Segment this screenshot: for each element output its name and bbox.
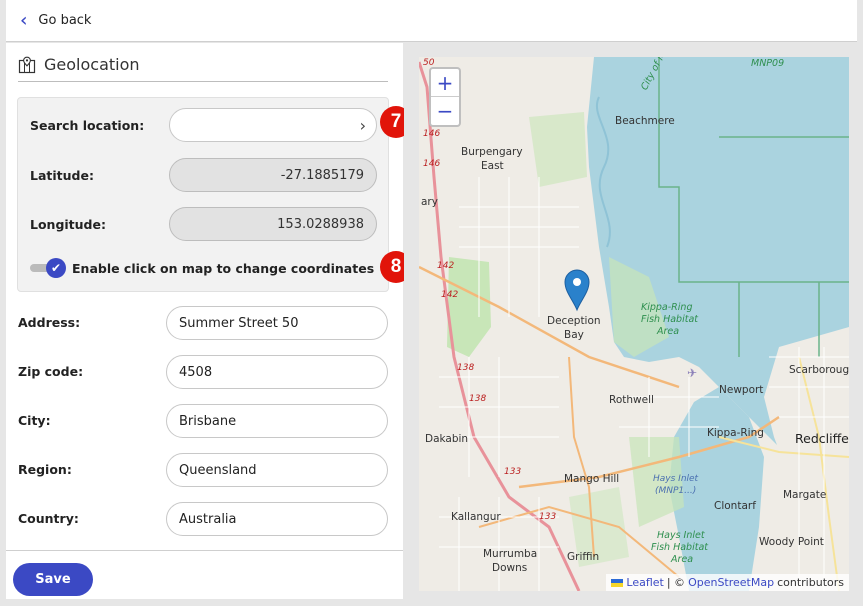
longitude-label: Longitude: [30,216,106,232]
map-label-woody-point: Woody Point [759,536,824,548]
save-button[interactable]: Save [13,563,93,596]
geo-panel: Search location: › Latitude: -27.1885179… [17,97,389,292]
map-label-hays-inlet: Hays Inlet [653,474,699,484]
attribution-separator: | © [666,576,686,589]
road-label-133b: 133 [539,512,557,522]
map-pin-icon [18,56,36,74]
map-panel: ✈ Beachmere Burpengary East Deception Ba… [404,43,857,599]
road-label-142a: 142 [437,261,455,271]
location-marker-icon[interactable] [564,269,590,312]
section-title: Geolocation [44,55,140,74]
map-label-newport: Newport [719,384,764,396]
road-label-146b: 146 [423,159,441,169]
latitude-row: Latitude: -27.1885179 [18,158,388,192]
zoom-out-button[interactable]: − [431,97,459,125]
latitude-label: Latitude: [30,167,94,183]
map-label-burpengary-east: East [481,160,504,172]
geolocation-form: Geolocation Search location: › Latitude:… [6,43,403,599]
section-header: Geolocation [18,55,388,82]
go-back-label: Go back [38,13,92,28]
map-label-mnp09: MNP09 [751,58,785,69]
city-input[interactable]: Brisbane [166,404,388,438]
check-icon: ✔ [46,258,66,278]
region-row: Region: Queensland [6,453,403,487]
map-label-rothwell: Rothwell [609,394,654,406]
map-label-griffin: Griffin [567,551,600,563]
map-label-kallangur: Kallangur [451,511,501,523]
road-label-138a: 138 [457,363,475,373]
map-label-deception: Deception [547,315,601,327]
map-label-hays-fish-3: Area [671,554,694,565]
country-input[interactable]: Australia [166,502,388,536]
country-label: Country: [18,511,79,526]
country-row: Country: Australia [6,502,403,536]
longitude-field: 153.0288938 [169,207,377,241]
map-label-bay: Bay [564,329,584,341]
map-label-margate: Margate [783,489,827,501]
map-canvas[interactable]: ✈ Beachmere Burpengary East Deception Ba… [419,57,849,591]
map-label-murrumba: Murrumba [483,548,538,560]
zip-row: Zip code: 4508 [6,355,403,389]
road-label-138b: 138 [469,394,487,404]
zip-label: Zip code: [18,364,84,379]
map-click-toggle[interactable]: ✔ [30,258,66,278]
region-input[interactable]: Queensland [166,453,388,487]
map-click-toggle-label: Enable click on map to change coordinate… [72,261,375,276]
map-label-beachmere: Beachmere [615,115,675,127]
map-label-kippa-fish-3: Area [657,326,680,337]
region-label: Region: [18,462,72,477]
city-row: City: Brisbane [6,404,403,438]
zoom-in-button[interactable]: + [431,69,459,97]
map-label-clontarf: Clontarf [714,500,756,512]
address-label: Address: [18,315,81,330]
road-label-146a: 146 [423,129,441,139]
chevron-right-icon[interactable]: › [360,116,366,135]
map-label-mango-hill: Mango Hill [564,473,620,485]
toggle-row: ✔ Enable click on map to change coordina… [18,258,388,278]
map-label-kippa-ring: Kippa-Ring [707,427,764,439]
map-label-scarborough: Scarboroug [789,364,849,376]
road-label-142b: 142 [441,290,459,300]
map-label-ary: ary [421,196,438,208]
zoom-control: + − [429,67,461,127]
road-label-133a: 133 [504,467,522,477]
search-location-input[interactable]: › [169,108,377,142]
map-label-kippa-fish-2: Fish Habitat [641,314,698,325]
search-location-label: Search location: [30,117,145,133]
map-label-hays-fish-2: Fish Habitat [651,542,708,553]
map-label-dakabin: Dakabin [425,433,469,445]
attribution-contributors: contributors [777,576,844,589]
map-label-murrumba-downs: Downs [492,562,528,574]
longitude-row: Longitude: 153.0288938 [18,207,388,241]
top-bar: ‹‹ Go back [6,0,857,42]
map-label-kippa-fish-1: Kippa-Ring [641,302,693,313]
airport-icon: ✈ [687,366,697,380]
map-label-redcliffe: Redcliffe [795,431,849,446]
zip-input[interactable]: 4508 [166,355,388,389]
map-attribution: Leaflet | © OpenStreetMap contributors [606,574,849,591]
form-footer: Save [6,550,403,599]
leaflet-link[interactable]: Leaflet [626,576,663,589]
go-back-button[interactable]: ‹‹ Go back [20,11,92,30]
address-row: Address: Summer Street 50 [6,306,403,340]
openstreetmap-link[interactable]: OpenStreetMap [688,576,774,589]
search-row: Search location: › [18,108,388,142]
map-label-burpengary: Burpengary [461,146,523,158]
address-input[interactable]: Summer Street 50 [166,306,388,340]
ukraine-flag-icon [611,578,624,587]
city-label: City: [18,413,51,428]
map-label-hays-mnp: (MNP1...) [655,486,697,496]
map-label-hays-fish-1: Hays Inlet [657,530,705,541]
latitude-field: -27.1885179 [169,158,377,192]
